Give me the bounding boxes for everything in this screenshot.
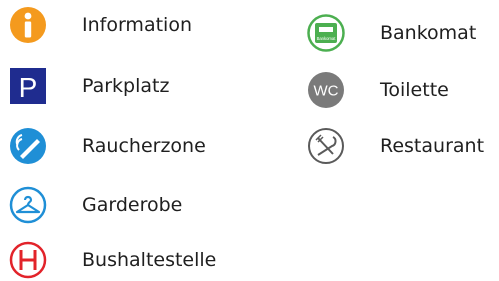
hanger-icon — [8, 185, 48, 225]
legend-label: Restaurant — [380, 135, 485, 157]
svg-text:Bankomat: Bankomat — [317, 36, 337, 41]
legend-label: Bushaltestelle — [82, 249, 217, 271]
info-icon — [8, 5, 48, 45]
svg-text:P: P — [19, 72, 38, 103]
parking-icon: P — [8, 66, 48, 106]
smoking-icon — [8, 126, 48, 166]
wc-icon: WC — [306, 70, 346, 110]
legend-label: Bankomat — [380, 22, 477, 44]
restaurant-icon — [306, 126, 346, 166]
bus-stop-icon — [8, 240, 48, 280]
legend-label: Information — [82, 14, 192, 36]
atm-icon: Bankomat — [306, 13, 346, 53]
legend-label: Raucherzone — [82, 135, 206, 157]
svg-text:WC: WC — [314, 83, 339, 100]
legend-label: Parkplatz — [82, 75, 170, 97]
legend-label: Garderobe — [82, 194, 183, 216]
legend-label: Toilette — [380, 79, 449, 101]
